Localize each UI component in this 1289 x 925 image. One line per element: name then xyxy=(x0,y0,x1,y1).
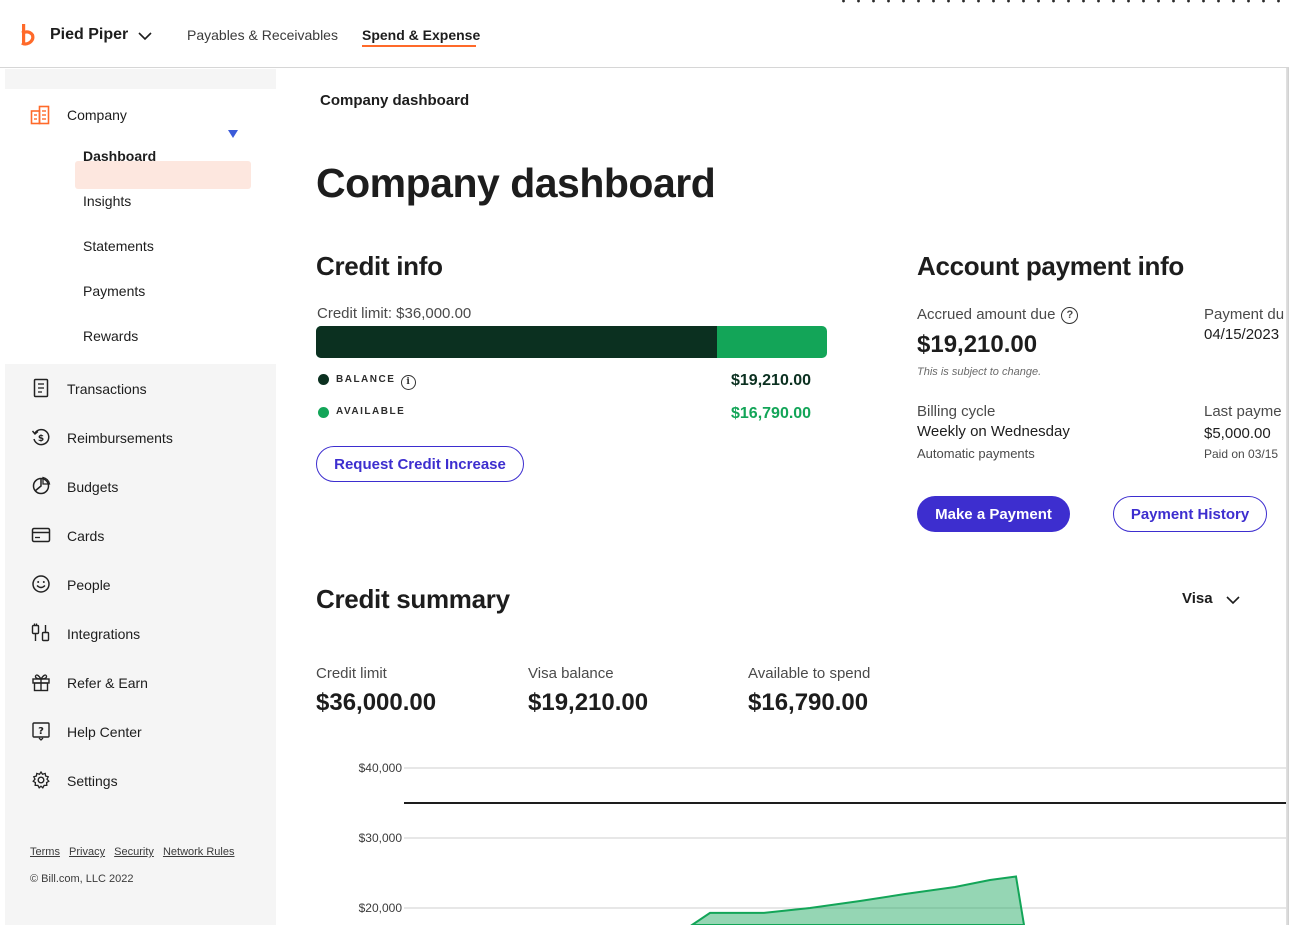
credit-summary-chart: $40,000 $30,000 $20,000 xyxy=(359,761,1289,925)
y-tick-label: $30,000 xyxy=(359,831,403,845)
balance-area-series xyxy=(690,875,1026,925)
y-tick-label: $40,000 xyxy=(359,761,403,775)
y-tick-label: $20,000 xyxy=(359,901,403,915)
